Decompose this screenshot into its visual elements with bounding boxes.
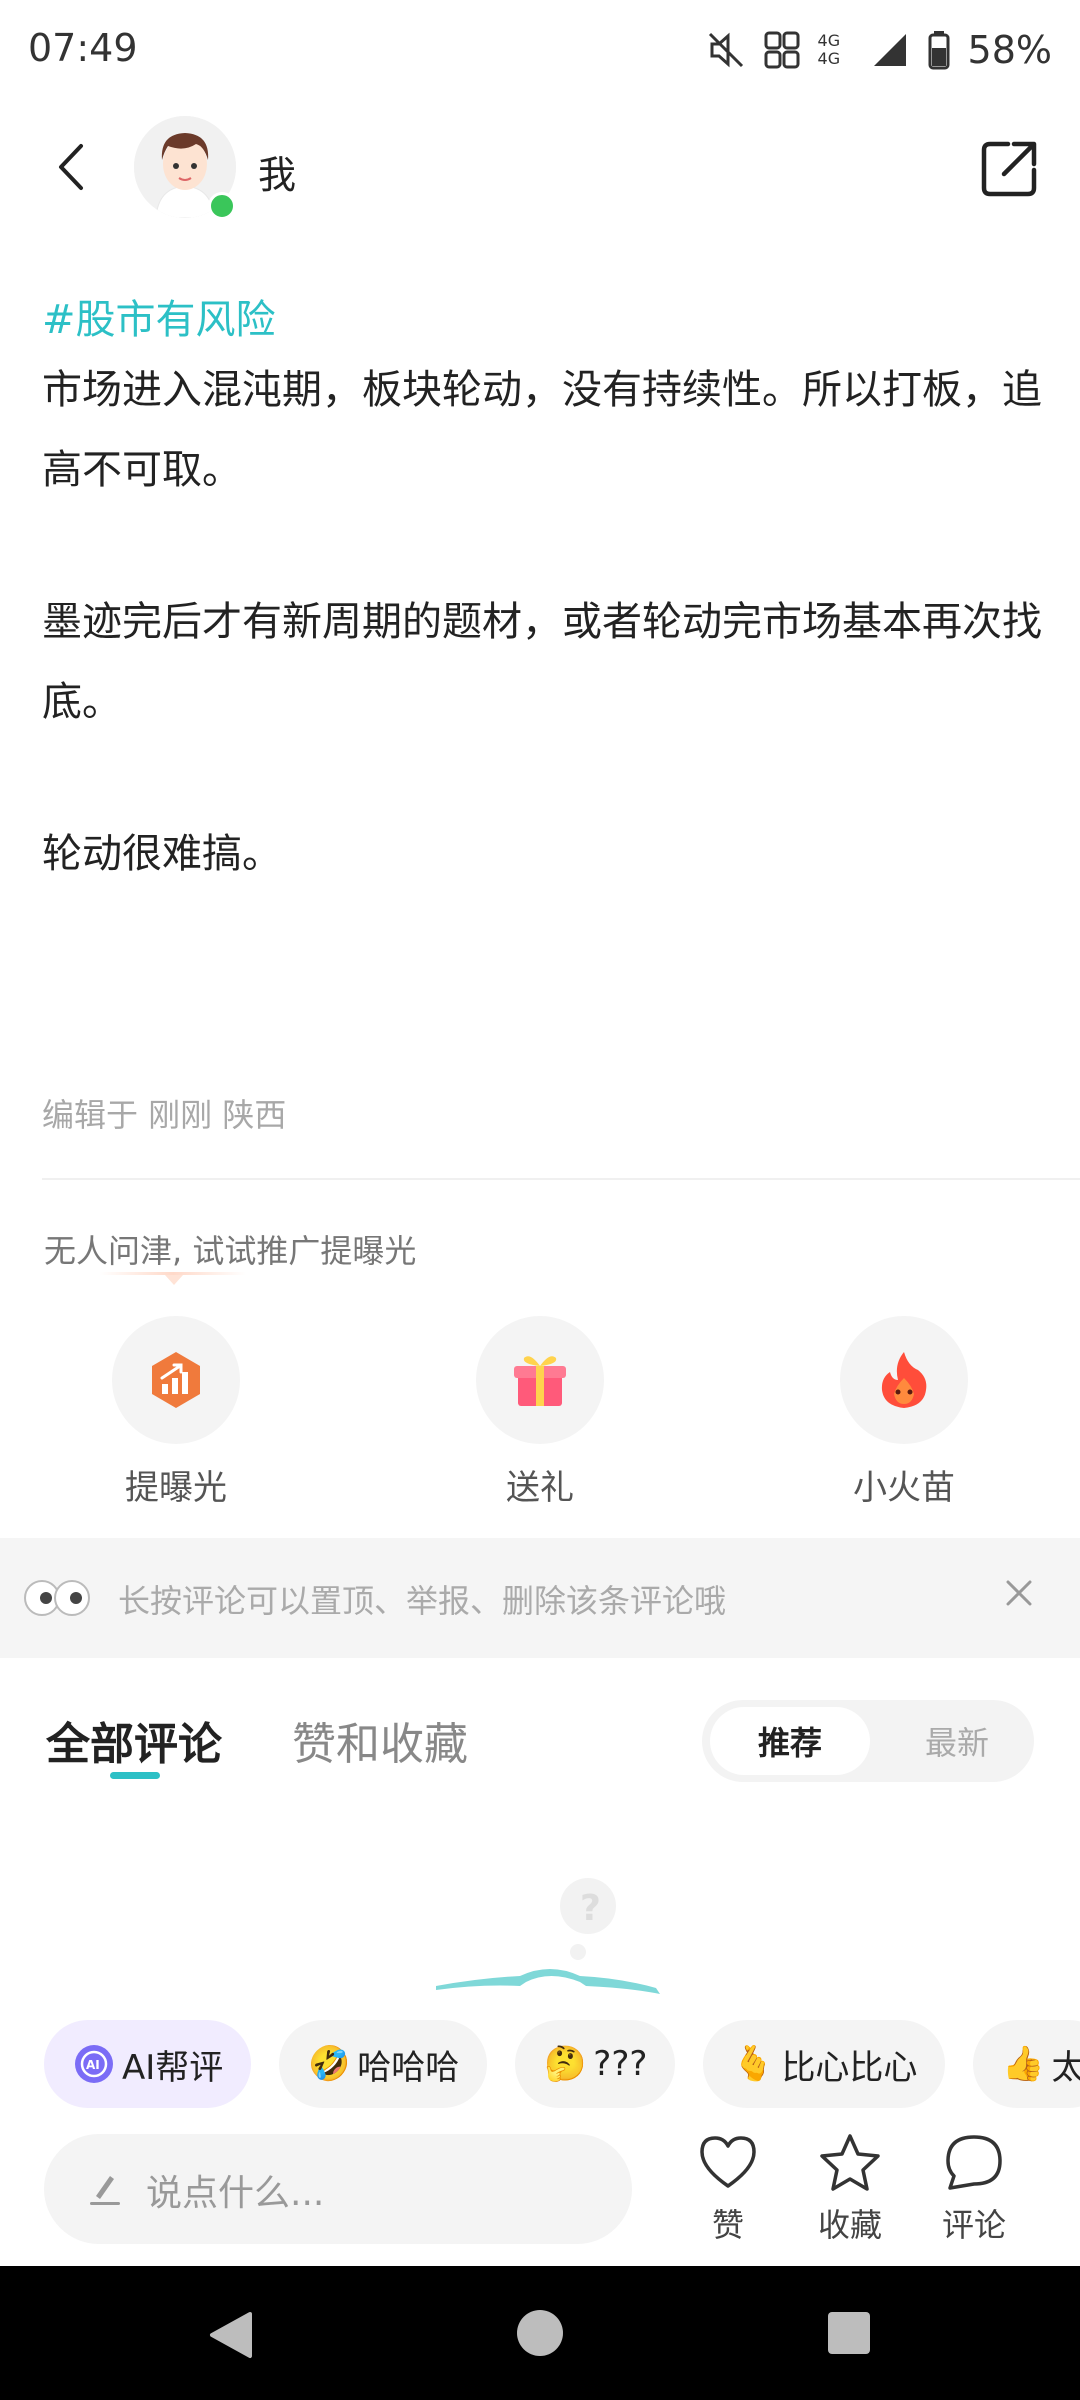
star-icon (820, 2134, 880, 2191)
quick-reply-label: 哈哈哈 (357, 2047, 460, 2088)
favorite-button[interactable]: 收藏 (800, 2132, 900, 2246)
battery-percent: 58% (967, 28, 1052, 72)
flame-icon (881, 1352, 927, 1408)
tip-close-button[interactable] (994, 1568, 1044, 1618)
comment-tabs: 全部评论 赞和收藏 推荐 最新 (0, 1658, 1080, 1798)
online-status-dot (208, 192, 236, 220)
divider (42, 1178, 1080, 1180)
boost-circle (112, 1316, 240, 1444)
svg-text:?: ? (580, 1888, 601, 1929)
promotion-hint-pointer (165, 1275, 183, 1285)
username[interactable]: 我 (258, 144, 296, 199)
send-gift-button[interactable]: 送礼 (440, 1316, 640, 1509)
battery-icon (928, 31, 950, 70)
sort-recommended-button[interactable]: 推荐 (710, 1707, 870, 1775)
share-button[interactable] (974, 134, 1044, 204)
status-icons: 4G 4G 58% (706, 24, 1052, 76)
flame-circle (840, 1316, 968, 1444)
post-paragraph-2: 墨迹完后才有新周期的题材，或者轮动完市场基本再次找底。 (42, 599, 1042, 725)
little-flame-button[interactable]: 小火苗 (804, 1316, 1004, 1509)
boost-exposure-button[interactable]: 提曝光 (76, 1316, 276, 1509)
thinking-emoji-icon: 🤔 (544, 2044, 587, 2084)
like-label: 赞 (711, 2206, 744, 2244)
post-paragraph-3: 轮动很难搞。 (42, 831, 282, 877)
system-nav-bar (0, 2266, 1080, 2400)
laughing-emoji-icon: 🤣 (308, 2044, 351, 2084)
gift-icon (514, 1356, 566, 1406)
gift-circle (476, 1316, 604, 1444)
tab-active-indicator (110, 1772, 160, 1779)
ai-icon: AI (72, 2042, 116, 2086)
quick-reply-label: 比心比心 (781, 2047, 918, 2088)
back-button[interactable] (40, 132, 100, 202)
quick-reply-bar: AI AI帮评 🤣 哈哈哈 🤔 ??? 🫰 比心比心 👍 太 (44, 2020, 1080, 2112)
svg-text:AI: AI (86, 2058, 100, 2072)
thumbs-up-emoji-icon: 👍 (1002, 2044, 1045, 2084)
post-paragraph-1: 市场进入混沌期，板块轮动，没有持续性。所以打板，追高不可取。 (42, 367, 1042, 493)
nav-back-icon[interactable] (206, 2310, 256, 2360)
header: 我 (0, 100, 1080, 240)
tip-text: 长按评论可以置顶、举报、删除该条评论哦 (118, 1582, 727, 1620)
tab-likes-favorites[interactable]: 赞和收藏 (292, 1708, 468, 1772)
quick-reply-heart-hands[interactable]: 🫰 比心比心 (703, 2020, 946, 2108)
heart-icon (700, 2136, 756, 2188)
share-icon (981, 141, 1037, 197)
hd-icon (764, 31, 800, 69)
like-button[interactable]: 赞 (678, 2132, 778, 2246)
nav-recents-icon[interactable] (826, 2310, 872, 2356)
signal-icon (873, 34, 906, 66)
mute-icon (708, 32, 743, 68)
quick-reply-label: 太 (1051, 2047, 1080, 2088)
nav-home-icon[interactable] (515, 2308, 565, 2358)
flame-label: 小火苗 (853, 1468, 955, 1508)
quick-reply-label: AI帮评 (122, 2047, 224, 2088)
promotion-hint: 无人问津, 试试推广提曝光 (44, 1232, 417, 1270)
back-arrow-icon (59, 144, 83, 190)
post-content: #股市有风险 市场进入混沌期，板块轮动，没有持续性。所以打板，追高不可取。 墨迹… (42, 290, 1042, 894)
network-type: 4G 4G (817, 31, 841, 68)
status-time: 07:49 (28, 26, 138, 70)
favorite-label: 收藏 (817, 2206, 882, 2244)
comment-input[interactable]: 说点什么... (44, 2134, 632, 2244)
quick-reply-hahaha[interactable]: 🤣 哈哈哈 (279, 2020, 488, 2108)
boost-label: 提曝光 (125, 1468, 227, 1508)
comment-label: 评论 (941, 2206, 1006, 2244)
status-bar: 07:49 4G 4G 58% (0, 0, 1080, 100)
boost-icon (152, 1352, 200, 1408)
quick-reply-label: ??? (593, 2044, 648, 2084)
quick-reply-thumbs-up[interactable]: 👍 太 (973, 2020, 1080, 2108)
quick-reply-question[interactable]: 🤔 ??? (515, 2020, 676, 2108)
eyes-icon (24, 1580, 90, 1616)
sort-toggle: 推荐 最新 (702, 1700, 1034, 1782)
tip-banner: 长按评论可以置顶、举报、删除该条评论哦 (0, 1538, 1080, 1658)
edit-meta: 编辑于 刚刚 陕西 (42, 1096, 287, 1134)
empty-comments-illustration: ? (436, 1878, 660, 1994)
pencil-icon (90, 2176, 120, 2205)
gift-label: 送礼 (506, 1468, 574, 1508)
finger-heart-emoji-icon: 🫰 (732, 2044, 775, 2084)
post-hashtag[interactable]: #股市有风险 (42, 290, 1042, 350)
quick-reply-ai-comment[interactable]: AI AI帮评 (44, 2020, 252, 2108)
comment-bubble-icon (946, 2135, 1002, 2190)
comment-placeholder: 说点什么... (146, 2173, 325, 2214)
close-icon (1006, 1580, 1032, 1606)
sort-latest-button[interactable]: 最新 (892, 1707, 1022, 1775)
tab-all-comments[interactable]: 全部评论 (46, 1708, 222, 1772)
comment-button[interactable]: 评论 (924, 2132, 1024, 2246)
